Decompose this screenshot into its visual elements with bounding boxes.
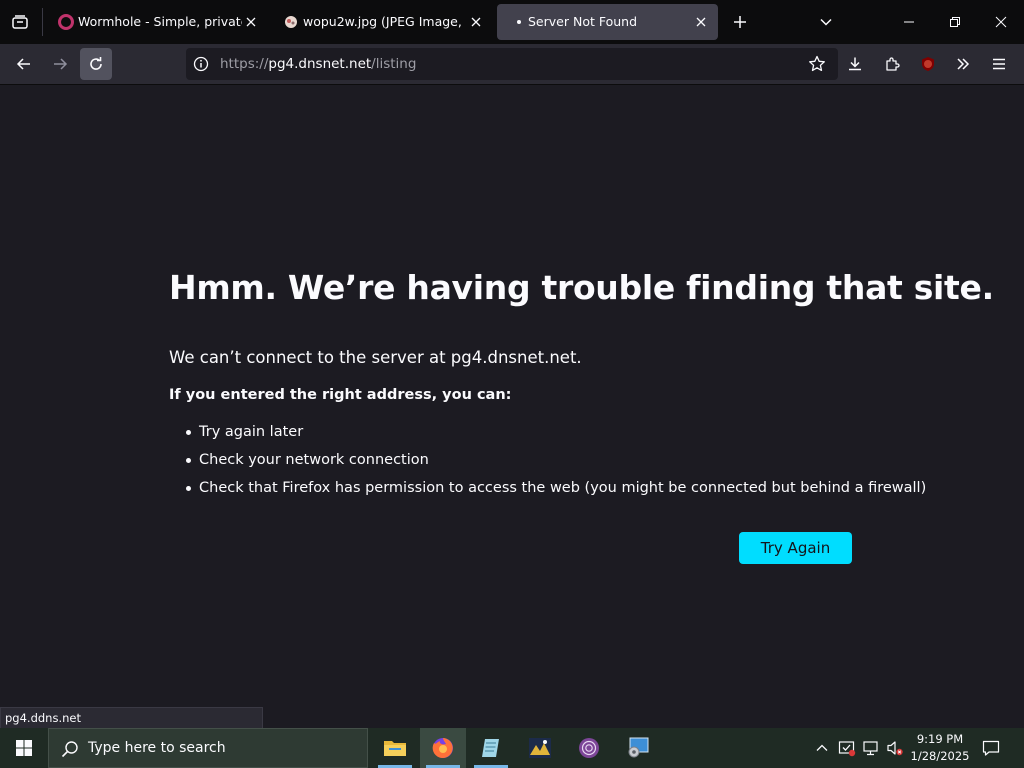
tab-server-not-found[interactable]: Server Not Found (497, 4, 718, 40)
taskbar-control-panel[interactable] (615, 728, 661, 768)
tray-security[interactable] (836, 738, 858, 758)
new-tab-icon (733, 15, 747, 29)
reload-icon (88, 56, 104, 72)
start-button[interactable] (0, 728, 48, 768)
chevron-down-icon (819, 15, 833, 29)
taskbar-file-explorer[interactable] (372, 728, 418, 768)
reload-button[interactable] (80, 48, 112, 80)
list-item: Check that Firefox has permission to acc… (186, 478, 926, 506)
bookmark-star-icon[interactable] (808, 55, 826, 73)
wormhole-favicon-icon (58, 14, 74, 30)
close-icon (995, 16, 1007, 28)
page-title: Hmm. We’re having trouble finding that s… (169, 268, 994, 307)
list-item: Try again later (186, 422, 926, 450)
control-panel-icon (626, 737, 650, 759)
tab-title: Wormhole - Simple, private file (78, 14, 242, 29)
extensions-button[interactable] (876, 48, 908, 80)
chevron-up-icon (816, 742, 828, 754)
url-prefix: https:// (220, 56, 269, 72)
volume-muted-icon (886, 739, 904, 757)
new-tab-button[interactable] (724, 6, 756, 38)
tab-wormhole[interactable]: Wormhole - Simple, private file (48, 4, 262, 40)
search-box[interactable]: Type here to search (48, 728, 368, 768)
search-icon (61, 740, 79, 758)
tab-overview-button[interactable] (4, 6, 36, 38)
list-item: Check your network connection (186, 450, 926, 478)
url-bar[interactable]: https://pg4.dnsnet.net/listing (186, 48, 838, 80)
suggestions-heading: If you entered the right address, you ca… (169, 387, 512, 403)
list-all-tabs-button[interactable] (810, 6, 842, 38)
url-path: /listing (371, 56, 417, 72)
tray-network[interactable] (860, 738, 882, 758)
windows-start-icon (15, 739, 33, 757)
download-icon (847, 56, 863, 72)
clock-date: 1/28/2025 (910, 749, 970, 763)
url-text[interactable]: https://pg4.dnsnet.net/listing (220, 56, 416, 72)
file-explorer-icon (383, 738, 407, 758)
security-icon (838, 739, 856, 757)
close-window-button[interactable] (985, 6, 1017, 38)
close-icon[interactable] (692, 13, 710, 31)
image-favicon-icon (283, 14, 299, 30)
taskbar-game[interactable] (517, 728, 563, 768)
minimize-button[interactable] (893, 6, 925, 38)
try-again-button[interactable]: Try Again (739, 532, 852, 564)
search-placeholder: Type here to search (88, 740, 226, 756)
ublock-button[interactable] (912, 48, 944, 80)
info-icon[interactable] (193, 56, 209, 72)
minimize-icon (903, 16, 915, 28)
tab-divider (42, 8, 43, 36)
forward-button[interactable] (44, 48, 76, 80)
ublock-icon (920, 56, 936, 72)
tor-icon (577, 736, 601, 760)
tab-title: wopu2w.jpg (JPEG Image, 1920 (303, 14, 467, 29)
taskbar-firefox[interactable] (420, 728, 466, 768)
status-panel: pg4.ddns.net (0, 707, 263, 729)
extensions-icon (884, 56, 900, 72)
clock-time: 9:19 PM (916, 732, 964, 746)
firefox-icon (431, 736, 455, 760)
menu-icon (991, 56, 1007, 72)
tab-image[interactable]: wopu2w.jpg (JPEG Image, 1920 (273, 4, 491, 40)
error-short-description: We can’t connect to the server at pg4.dn… (169, 348, 582, 367)
url-domain: pg4.dnsnet.net (268, 56, 372, 72)
notepad-icon (480, 737, 502, 759)
overflow-button[interactable] (947, 48, 979, 80)
suggestions-list: Try again later Check your network conne… (186, 422, 926, 506)
network-icon (862, 739, 880, 757)
app-menu-button[interactable] (983, 48, 1015, 80)
tab-overview-icon (11, 13, 29, 31)
restore-icon (949, 16, 961, 28)
close-icon[interactable] (467, 13, 485, 31)
game-icon (528, 737, 552, 759)
dot-icon (517, 20, 521, 24)
forward-icon (52, 56, 68, 72)
downloads-button[interactable] (839, 48, 871, 80)
notification-icon (982, 739, 1000, 757)
taskbar-notepad[interactable] (468, 728, 514, 768)
overflow-icon (955, 56, 971, 72)
clock[interactable]: 9:19 PM 1/28/2025 (904, 731, 976, 765)
back-icon (16, 56, 32, 72)
tray-volume[interactable] (884, 738, 906, 758)
notification-button[interactable] (979, 738, 1003, 758)
restore-button[interactable] (939, 6, 971, 38)
taskbar-tor[interactable] (566, 728, 612, 768)
show-hidden-icons-button[interactable] (811, 738, 833, 758)
close-icon[interactable] (242, 13, 260, 31)
tab-title: Server Not Found (528, 14, 638, 29)
back-button[interactable] (8, 48, 40, 80)
